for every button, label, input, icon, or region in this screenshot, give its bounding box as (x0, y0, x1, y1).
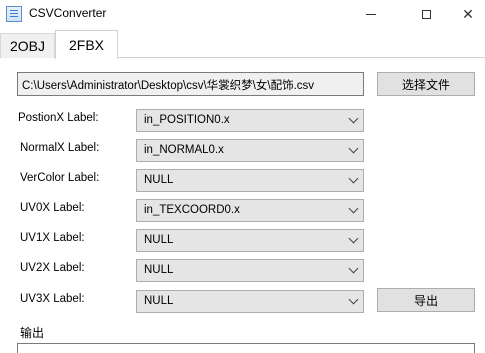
uv1-select-value: NULL (144, 234, 174, 246)
normal-label: NormalX Label: (20, 142, 100, 154)
minimize-icon (366, 13, 376, 15)
uv0-label: UV0X Label: (20, 202, 85, 214)
uv0-select-value: in_TEXCOORD0.x (144, 204, 240, 216)
uv3-select[interactable]: NULL (136, 290, 364, 313)
normal-select[interactable]: in_NORMAL0.x (136, 139, 364, 162)
output-label: 输出 (20, 326, 45, 340)
vercolor-select-value: NULL (144, 174, 174, 186)
chevron-down-icon (348, 263, 359, 274)
uv0-select[interactable]: in_TEXCOORD0.x (136, 199, 364, 222)
uv2-select[interactable]: NULL (136, 259, 364, 282)
maximize-button[interactable] (403, 0, 449, 28)
maximize-icon (421, 9, 431, 19)
chevron-down-icon (348, 203, 359, 214)
close-button[interactable]: ✕ (445, 0, 485, 28)
uv1-label: UV1X Label: (20, 232, 85, 244)
app-icon (6, 6, 22, 22)
choose-file-button[interactable]: 选择文件 (377, 72, 475, 96)
chevron-down-icon (348, 294, 359, 305)
tab-2obj[interactable]: 2OBJ (0, 33, 55, 58)
vercolor-select[interactable]: NULL (136, 169, 364, 192)
uv3-label: UV3X Label: (20, 293, 85, 305)
export-button[interactable]: 导出 (377, 288, 475, 312)
normal-select-value: in_NORMAL0.x (144, 144, 224, 156)
uv2-select-value: NULL (144, 264, 174, 276)
window-title: CSVConverter (29, 6, 107, 20)
tab-2fbx[interactable]: 2FBX (55, 30, 118, 59)
vercolor-label: VerColor Label: (20, 172, 100, 184)
output-textbox[interactable] (17, 343, 475, 353)
position-select-value: in_POSITION0.x (144, 114, 230, 126)
minimize-button[interactable] (348, 0, 394, 28)
uv3-select-value: NULL (144, 295, 174, 307)
uv2-label: UV2X Label: (20, 262, 85, 274)
close-icon: ✕ (462, 6, 474, 22)
position-select[interactable]: in_POSITION0.x (136, 109, 364, 132)
file-path-field[interactable]: C:\Users\Administrator\Desktop\csv\华裳织梦\… (17, 72, 364, 96)
chevron-down-icon (348, 113, 359, 124)
tab-strip: 2OBJ 2FBX (0, 30, 485, 59)
uv1-select[interactable]: NULL (136, 229, 364, 252)
chevron-down-icon (348, 143, 359, 154)
chevron-down-icon (348, 233, 359, 244)
chevron-down-icon (348, 173, 359, 184)
position-label: PostionX Label: (18, 112, 99, 124)
title-bar: CSVConverter ✕ (0, 0, 485, 28)
